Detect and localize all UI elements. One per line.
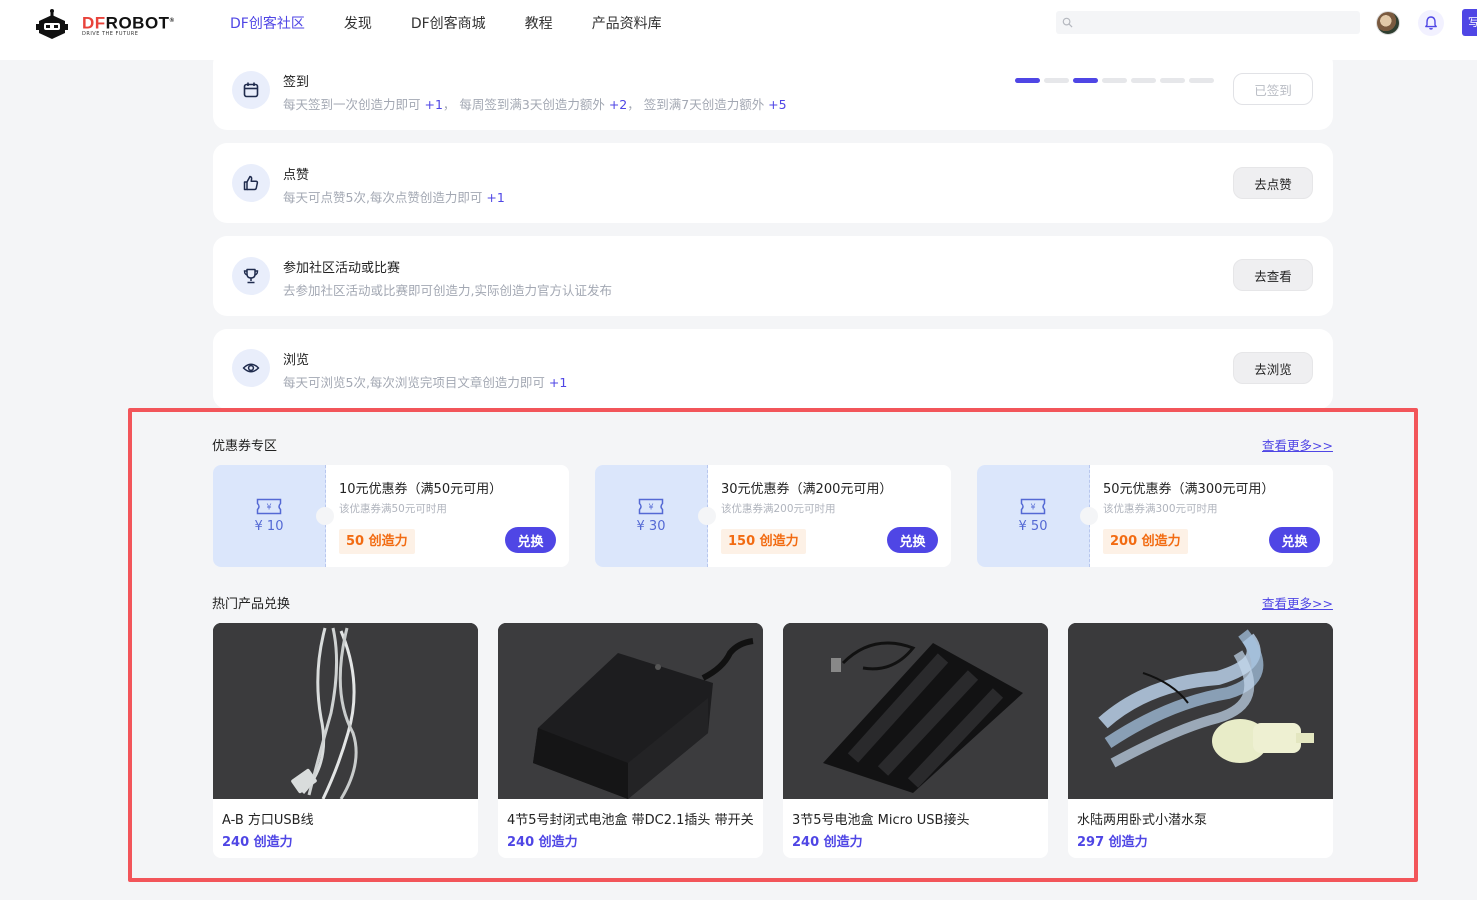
user-avatar[interactable]	[1376, 11, 1400, 35]
battery-holder-image	[783, 623, 1048, 799]
coupon-card: ¥ ¥ 30 30元优惠券（满200元可用） 该优惠券满200元可时用 150 …	[595, 465, 951, 567]
product-name: 3节5号电池盒 Micro USB接头	[792, 813, 970, 828]
coupon-name: 10元优惠券（满50元可用）	[339, 482, 503, 497]
go-view-button[interactable]: 去查看	[1233, 259, 1313, 291]
calendar-icon	[243, 82, 259, 98]
product-cost: 297 创造力	[1077, 835, 1148, 850]
nav-item-df-community[interactable]: DF创客社区	[230, 13, 305, 33]
task-description: 每天签到一次创造力即可 +1， 每周签到满3天创造力额外 +2， 签到满7天创造…	[283, 97, 787, 112]
coupon-name: 50元优惠券（满300元可用）	[1103, 482, 1275, 497]
thumbs-up-icon	[243, 175, 259, 191]
nav-item-product-library[interactable]: 产品资料库	[592, 13, 662, 33]
coupon-cost-badge: 200 创造力	[1103, 529, 1188, 554]
product-card[interactable]: 水陆两用卧式小潜水泵 297 创造力	[1068, 623, 1333, 858]
product-cost: 240 创造力	[507, 835, 578, 850]
coupon-condition: 该优惠券满200元可时用	[721, 503, 836, 515]
coupon-name: 30元优惠券（满200元可用）	[721, 482, 893, 497]
coupon-card: ¥ ¥ 10 10元优惠券（满50元可用） 该优惠券满50元可时用 50 创造力…	[213, 465, 569, 567]
coupon-ticket-icon: ¥	[1020, 498, 1046, 515]
task-title: 点赞	[283, 168, 310, 183]
search-bar	[1056, 11, 1360, 34]
coupon-condition: 该优惠券满300元可时用	[1103, 503, 1218, 515]
task-card-like: 点赞 每天可点赞5次,每次点赞创造力即可 +1 去点赞	[213, 143, 1333, 223]
trophy-icon	[243, 268, 259, 284]
progress-segment	[1015, 78, 1040, 83]
redeem-coupon-button[interactable]: 兑换	[505, 527, 556, 553]
progress-segment	[1160, 78, 1185, 83]
svg-text:¥: ¥	[266, 503, 271, 512]
eye-icon	[242, 363, 260, 373]
task-title: 签到	[283, 75, 310, 90]
progress-segment	[1189, 78, 1214, 83]
coupon-amount: ¥ 30	[636, 519, 666, 534]
nav-item-tutorials[interactable]: 教程	[525, 13, 553, 33]
task-card-browse: 浏览 每天可浏览5次,每次浏览完项目文章创造力即可 +1 去浏览	[213, 329, 1333, 409]
bell-icon	[1425, 16, 1437, 30]
checked-in-button[interactable]: 已签到	[1233, 73, 1313, 105]
search-input[interactable]	[1078, 11, 1354, 34]
product-card[interactable]: A-B 方口USB线 240 创造力	[213, 623, 478, 858]
search-icon	[1062, 17, 1073, 28]
nav-item-df-store[interactable]: DF创客商城	[411, 13, 486, 33]
product-name: 水陆两用卧式小潜水泵	[1077, 813, 1208, 828]
coupon-ticket-icon: ¥	[256, 498, 282, 515]
task-title: 参加社区活动或比赛	[283, 261, 401, 276]
coupon-section-title: 优惠券专区	[212, 439, 278, 454]
robot-logo-icon	[36, 9, 68, 39]
coupon-condition: 该优惠券满50元可时用	[339, 503, 447, 515]
task-card-activity: 参加社区活动或比赛 去参加社区活动或比赛即可创造力,实际创造力官方认证发布 去查…	[213, 236, 1333, 316]
usb-cable-image	[213, 623, 478, 800]
product-cost: 240 创造力	[222, 835, 293, 850]
redeem-coupon-button[interactable]: 兑换	[1269, 527, 1320, 553]
product-name: A-B 方口USB线	[222, 813, 314, 828]
product-image	[213, 623, 478, 800]
task-description: 去参加社区活动或比赛即可创造力,实际创造力官方认证发布	[283, 283, 612, 298]
product-name: 4节5号封闭式电池盒 带DC2.1插头 带开关	[507, 813, 754, 828]
product-image	[1068, 623, 1333, 799]
coupon-amount: ¥ 10	[254, 519, 284, 534]
products-view-more-link[interactable]: 查看更多>>	[1262, 593, 1333, 612]
water-pump-image	[1068, 623, 1333, 799]
progress-segment	[1131, 78, 1156, 83]
nav-item-discover[interactable]: 发现	[344, 13, 372, 33]
go-browse-button[interactable]: 去浏览	[1233, 352, 1313, 384]
coupon-cost-badge: 150 创造力	[721, 529, 806, 554]
coupon-ticket-icon: ¥	[638, 498, 664, 515]
coupon-amount: ¥ 50	[1018, 519, 1048, 534]
battery-box-image	[498, 623, 763, 799]
task-description: 每天可浏览5次,每次浏览完项目文章创造力即可 +1	[283, 375, 568, 390]
checkin-progress	[1015, 78, 1214, 83]
svg-text:¥: ¥	[1030, 503, 1035, 512]
task-title: 浏览	[283, 353, 310, 368]
coupon-card: ¥ ¥ 50 50元优惠券（满300元可用） 该优惠券满300元可时用 200 …	[977, 465, 1333, 567]
svg-text:¥: ¥	[648, 503, 653, 512]
progress-segment	[1044, 78, 1069, 83]
write-button[interactable]: 写	[1462, 9, 1477, 36]
product-image	[498, 623, 763, 799]
coupon-view-more-link[interactable]: 查看更多>>	[1262, 435, 1333, 454]
task-description: 每天可点赞5次,每次点赞创造力即可 +1	[283, 190, 505, 205]
product-image	[783, 623, 1048, 799]
product-cost: 240 创造力	[792, 835, 863, 850]
product-card[interactable]: 4节5号封闭式电池盒 带DC2.1插头 带开关 240 创造力	[498, 623, 763, 858]
progress-segment	[1102, 78, 1127, 83]
notifications-button[interactable]	[1418, 10, 1444, 36]
main-nav: DF创客社区 发现 DF创客商城 教程 产品资料库	[230, 0, 701, 46]
product-card[interactable]: 3节5号电池盒 Micro USB接头 240 创造力	[783, 623, 1048, 858]
dfrobot-logo[interactable]: DFROBOT® DRIVE THE FUTURE	[36, 8, 196, 42]
go-like-button[interactable]: 去点赞	[1233, 167, 1313, 199]
task-card-checkin: 签到 每天签到一次创造力即可 +1， 每周签到满3天创造力额外 +2， 签到满7…	[213, 50, 1333, 130]
products-section-title: 热门产品兑换	[212, 597, 291, 612]
progress-segment	[1073, 78, 1098, 83]
redeem-coupon-button[interactable]: 兑换	[887, 527, 938, 553]
logo-wordmark: DFROBOT®	[82, 13, 175, 33]
coupon-cost-badge: 50 创造力	[339, 529, 415, 554]
